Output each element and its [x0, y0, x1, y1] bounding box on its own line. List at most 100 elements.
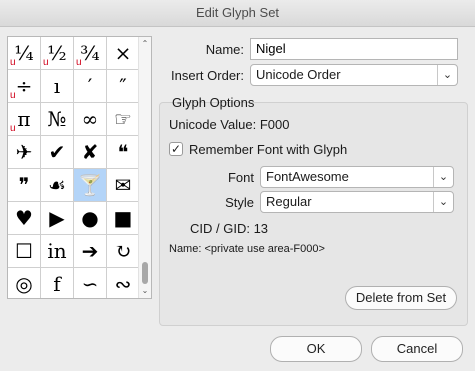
glyph-character: ′ — [87, 74, 93, 98]
glyph-character: ▶ — [49, 206, 65, 230]
glyph-character: ∾ — [114, 272, 132, 296]
ok-button[interactable]: OK — [270, 336, 362, 362]
glyph-character: ☞ — [114, 107, 132, 131]
glyph-grid: ¼ u ½ u ¾ u × ÷ u ı ′ ″ π u № ∞ ☞ ✈ ✔ ✘ ❝ ❞ ☙ 🍸 ✉ ♥ ▶ ● ■ ☐ in ➔ ↻ ◎ f ∽ ∾ — [8, 37, 139, 298]
glyph-character: ☐ — [15, 239, 33, 263]
glyph-cell[interactable]: ″ — [107, 70, 139, 102]
scroll-down-arrow-icon[interactable]: ⌄ — [139, 285, 151, 297]
glyph-cell[interactable]: ● — [74, 202, 106, 234]
glyph-cell[interactable]: ☞ — [107, 103, 139, 135]
glyph-cell[interactable]: ❞ — [8, 169, 40, 201]
style-label: Style — [225, 195, 254, 210]
glyph-character: ½ — [47, 41, 67, 65]
glyph-cell[interactable]: ✔ — [41, 136, 73, 168]
glyph-character: ❞ — [18, 173, 30, 197]
remember-font-label[interactable]: Remember Font with Glyph — [189, 142, 347, 157]
glyph-name-label: Name: — [169, 243, 202, 255]
unicode-marker: u — [10, 90, 16, 101]
glyph-character: ✉ — [114, 173, 132, 197]
glyph-cell[interactable]: ∾ — [107, 268, 139, 298]
glyph-cell[interactable]: ✈ — [8, 136, 40, 168]
font-label: Font — [227, 170, 254, 185]
style-value: Regular — [266, 194, 312, 209]
glyph-grid-panel: ¼ u ½ u ¾ u × ÷ u ı ′ ″ π u № ∞ ☞ ✈ ✔ ✘ ❝ ❞ ☙ 🍸 ✉ ♥ ▶ ● ■ ☐ in ➔ ↻ ◎ f ∽ ∾ ⌃… — [7, 36, 152, 299]
glyph-grid-scrollbar[interactable]: ⌃ ⌄ — [138, 37, 151, 298]
glyph-cell[interactable]: in — [41, 235, 73, 267]
glyph-cell[interactable]: ◎ — [8, 268, 40, 298]
glyph-cell[interactable]: ♥ — [8, 202, 40, 234]
glyph-cell[interactable]: ½u — [41, 37, 73, 69]
glyph-character: ∞ — [81, 107, 99, 131]
glyph-character: ➔ — [81, 239, 99, 263]
scroll-thumb[interactable] — [142, 262, 148, 284]
remember-font-checkbox[interactable]: ✓ — [169, 142, 183, 156]
glyph-character: ″ — [119, 74, 127, 98]
glyph-character: ↻ — [114, 239, 132, 263]
glyph-character: № — [47, 107, 67, 131]
glyph-character: f — [53, 272, 61, 296]
glyph-character: ✘ — [81, 140, 99, 164]
font-select[interactable]: FontAwesome ⌄ — [260, 166, 454, 188]
glyph-character: ❝ — [117, 140, 129, 164]
glyph-cell[interactable]: ÷ u — [8, 70, 40, 102]
glyph-cell[interactable]: ☙ — [41, 169, 73, 201]
glyph-cell[interactable]: 🍸 — [74, 169, 106, 201]
unicode-marker: u — [10, 123, 16, 134]
scroll-up-arrow-icon[interactable]: ⌃ — [139, 38, 151, 50]
glyph-cell[interactable]: ➔ — [74, 235, 106, 267]
glyph-cell[interactable]: ■ — [107, 202, 139, 234]
glyph-character: ☙ — [48, 173, 66, 197]
font-value: FontAwesome — [266, 169, 349, 184]
glyph-cell[interactable]: ✉ — [107, 169, 139, 201]
chevron-down-icon: ⌄ — [433, 192, 453, 212]
glyph-character: ¾ — [80, 41, 100, 65]
style-select[interactable]: Regular ⌄ — [260, 191, 454, 213]
glyph-character: ✈ — [15, 140, 33, 164]
unicode-marker: u — [10, 57, 16, 68]
chevron-down-icon: ⌄ — [437, 65, 457, 85]
name-field[interactable]: Nigel — [250, 38, 458, 60]
unicode-value: F000 — [259, 117, 290, 132]
insert-order-label: Insert Order: — [171, 68, 244, 83]
cancel-button[interactable]: Cancel — [371, 336, 463, 362]
glyph-name-row: Name: <private use area-F000> — [169, 243, 325, 255]
unicode-value-label: Unicode Value: — [169, 117, 257, 132]
glyph-character: ♥ — [15, 206, 33, 230]
glyph-character: ◎ — [15, 272, 33, 296]
chevron-down-icon: ⌄ — [433, 167, 453, 187]
glyph-cell[interactable]: ¾u — [74, 37, 106, 69]
delete-from-set-button[interactable]: Delete from Set — [345, 286, 457, 310]
unicode-marker: u — [43, 57, 49, 68]
glyph-character: ∽ — [81, 272, 99, 296]
glyph-cell[interactable]: ı — [41, 70, 73, 102]
cid-gid-row: CID / GID: 13 — [190, 221, 268, 236]
glyph-character: × — [114, 41, 132, 65]
cid-gid-value: 13 — [253, 221, 269, 236]
glyph-cell[interactable]: f — [41, 268, 73, 298]
glyph-cell[interactable]: πu — [8, 103, 40, 135]
glyph-character: 🍸 — [77, 173, 103, 197]
glyph-cell[interactable]: ¼u — [8, 37, 40, 69]
glyph-cell[interactable]: № — [41, 103, 73, 135]
glyph-cell[interactable]: ▶ — [41, 202, 73, 234]
glyph-cell[interactable]: ✘ — [74, 136, 106, 168]
glyph-cell[interactable]: ′ — [74, 70, 106, 102]
glyph-cell[interactable]: ❝ — [107, 136, 139, 168]
glyph-name-value: <private use area-F000> — [204, 243, 325, 255]
glyph-cell[interactable]: ↻ — [107, 235, 139, 267]
name-label: Name: — [205, 42, 244, 57]
insert-order-select[interactable]: Unicode Order ⌄ — [250, 64, 458, 86]
unicode-marker: u — [76, 57, 82, 68]
glyph-cell[interactable]: ☐ — [8, 235, 40, 267]
glyph-cell[interactable]: ∽ — [74, 268, 106, 298]
window-title: Edit Glyph Set — [0, 0, 475, 27]
glyph-character: ✔ — [48, 140, 66, 164]
glyph-cell[interactable]: ∞ — [74, 103, 106, 135]
cid-gid-label: CID / GID: — [190, 221, 250, 236]
glyph-character: ÷ — [15, 74, 33, 98]
glyph-character: π — [17, 107, 31, 131]
glyph-cell[interactable]: × — [107, 37, 139, 69]
unicode-value-row: Unicode Value: F000 — [169, 117, 289, 132]
glyph-character: ■ — [113, 206, 133, 230]
glyph-character: ı — [53, 74, 61, 98]
